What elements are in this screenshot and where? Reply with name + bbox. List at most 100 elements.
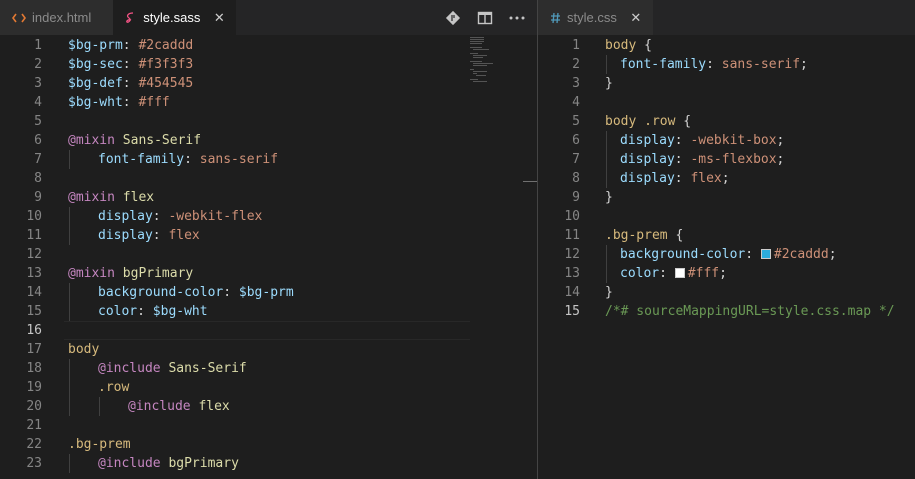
code-line[interactable]: 21 [0,416,537,435]
code-token: sans-serif [721,57,801,72]
code-token: color [620,266,660,281]
line-number: 21 [26,418,42,433]
code-token: flex [198,399,230,414]
code-token: } [605,285,613,300]
code-line[interactable]: 2 font-family: sans-serif; [538,55,915,74]
code-line[interactable]: 6 display: -webkit-box; [538,131,915,150]
code-line[interactable]: 15 /*# sourceMappingURL=style.css.map */ [538,302,915,321]
color-swatch[interactable] [674,268,685,278]
line-number: 5 [34,114,42,129]
line-number: 1 [572,38,580,53]
code-text: .bg-prem [68,435,131,454]
split-editor-icon[interactable] [475,8,495,28]
code-text: body { [605,36,652,55]
code-text: display: flex [98,226,200,245]
code-text: .row [98,378,129,397]
line-number: 8 [572,171,580,186]
code-line[interactable]: 10 [538,207,915,226]
code-line[interactable]: 23 @include bgPrimary [0,454,537,473]
code-token: : [122,57,139,72]
sass-editor[interactable]: 1 $bg-prm: #2caddd 2 $bg-sec: #f3f3f3 3 $bg-d… [0,35,537,479]
code-line[interactable]: 6 @mixin Sans-Serif [0,131,537,150]
line-number: 13 [26,266,42,281]
code-token: body .row [605,114,676,129]
code-token: flex [122,190,155,205]
code-line[interactable]: 14} [538,283,915,302]
code-line[interactable]: 17 body [0,340,537,359]
code-token: #454545 [138,76,194,91]
code-token: : [674,133,691,148]
code-token: /*# sourceMappingURL=style.css.map */ [605,304,895,319]
indent-guide [99,397,100,416]
code-line[interactable]: 19 .row [0,378,537,397]
sass-icon [125,11,137,24]
code-line[interactable]: 9} [538,188,915,207]
code-line[interactable]: 3 $bg-def: #454545 [0,74,537,93]
code-token: { [675,114,692,129]
code-line[interactable]: 12 background-color: #2caddd; [538,245,915,264]
more-actions-icon[interactable] [507,8,527,28]
code-line[interactable]: 18 @include Sans-Serif [0,359,537,378]
code-token: background-color [98,285,224,300]
indent-guide [69,226,70,245]
code-token: #2caddd [138,38,194,53]
code-line[interactable]: 9 @mixin flex [0,188,537,207]
code-token: #2caddd [773,247,829,262]
code-line[interactable]: 8 [0,169,537,188]
code-line[interactable]: 13 @mixin bgPrimary [0,264,537,283]
overview-ruler-marker [523,181,537,182]
code-line[interactable]: 5 body .row { [538,112,915,131]
code-line[interactable]: 8 display: flex; [538,169,915,188]
code-text: background-color: $bg-prm [98,283,294,302]
code-line[interactable]: 4 $bg-wht: #fff [0,93,537,112]
code-line[interactable]: 1 $bg-prm: #2caddd [0,36,537,55]
code-line[interactable]: 22 .bg-prem [0,435,537,454]
code-token: @mixin [68,266,115,281]
tab-style-sass[interactable]: style.sass ✕ [113,0,237,35]
code-line[interactable]: 4 [538,93,915,112]
code-token: -ms-flexbox [690,152,777,167]
editor-actions [443,0,537,35]
code-line[interactable]: 2 $bg-sec: #f3f3f3 [0,55,537,74]
tab-label: style.sass [143,10,201,25]
minimap[interactable] [470,35,520,95]
code-line[interactable]: 14 background-color: $bg-prm [0,283,537,302]
code-line[interactable]: 11 .bg-prem { [538,226,915,245]
code-token: $bg-prm [68,38,123,53]
code-line[interactable]: 13 color: #fff; [538,264,915,283]
tab-style-css[interactable]: style.css ✕ [538,0,653,35]
code-text: @include Sans-Serif [98,359,247,378]
git-compare-icon[interactable] [443,8,463,28]
code-text: @mixin Sans-Serif [68,131,201,150]
code-line[interactable]: 11 display: flex [0,226,537,245]
code-line[interactable]: 10 display: -webkit-flex [0,207,537,226]
code-line[interactable]: 20 @include flex [0,397,537,416]
code-line[interactable]: 3} [538,74,915,93]
code-token: @include [98,456,161,471]
css-hash-icon [550,12,561,24]
code-line[interactable]: 12 [0,245,537,264]
code-line[interactable]: 15 color: $bg-wht [0,302,537,321]
line-number: 20 [26,399,42,414]
line-number: 13 [564,266,580,281]
code-token: display [98,209,153,224]
code-line[interactable]: 5 [0,112,537,131]
close-tab-icon[interactable]: ✕ [212,10,226,26]
line-number: 9 [34,190,42,205]
code-token: background-color [620,247,746,262]
code-token: bgPrimary [168,456,239,471]
close-tab-icon[interactable]: ✕ [629,10,643,26]
code-line[interactable]: 7 font-family: sans-serif [0,150,537,169]
code-token: $bg-def [68,76,123,91]
code-token: ; [800,57,808,72]
css-editor[interactable]: 1 body {2 font-family: sans-serif; 3} 4 5 body… [538,35,915,479]
tab-index-html[interactable]: index.html [0,0,114,35]
code-line[interactable]: 1 body { [538,36,915,55]
indent-guide [69,302,70,321]
code-line[interactable]: 7 display: -ms-flexbox; [538,150,915,169]
color-swatch[interactable] [760,249,771,259]
code-line[interactable]: 16 [0,321,537,340]
line-number: 7 [34,152,42,167]
